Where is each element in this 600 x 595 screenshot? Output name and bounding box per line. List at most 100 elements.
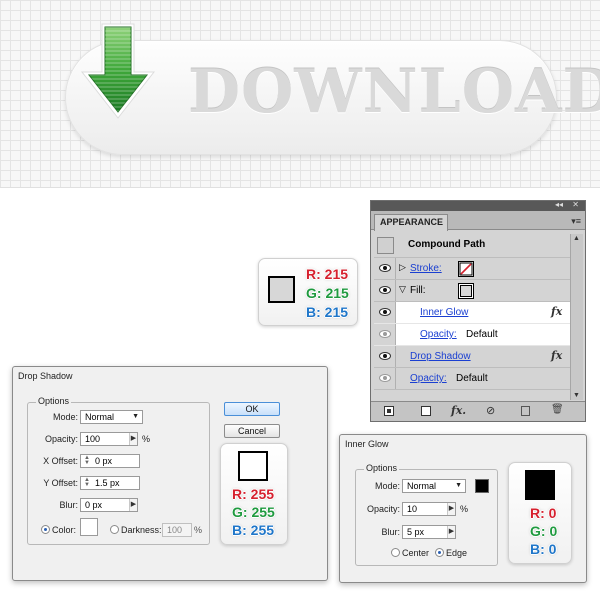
chevron-right-icon[interactable]: ▶ — [447, 526, 455, 538]
blur-field[interactable]: 0 px ▶ — [80, 498, 138, 512]
options-legend: Options — [36, 396, 72, 406]
red-value: R: 0 — [530, 505, 557, 521]
eye-icon[interactable] — [379, 286, 391, 294]
inner-glow-link[interactable]: Inner Glow — [420, 307, 468, 318]
drop-shadow-link[interactable]: Drop Shadow — [410, 351, 471, 362]
color-label: Color: — [52, 525, 77, 535]
opacity-label: Opacity: — [366, 504, 400, 514]
duplicate-item-icon[interactable] — [521, 406, 530, 416]
options-legend: Options — [364, 463, 400, 473]
darkness-radio[interactable] — [110, 525, 119, 534]
blur-label: Blur: — [381, 527, 400, 537]
center-radio[interactable] — [391, 548, 400, 557]
darkness-field[interactable]: 100 — [162, 523, 192, 537]
x-offset-field[interactable]: ▲ ▼ 0 px — [80, 454, 140, 468]
gray-swatch — [268, 276, 295, 303]
stepper-icon[interactable]: ▲ ▼ — [83, 477, 91, 488]
stroke-row[interactable]: ▷ Stroke: — [374, 258, 570, 280]
inner-opacity-value: Default — [466, 329, 498, 340]
inner-glow-row[interactable]: Inner Glow fx — [374, 302, 570, 324]
chevron-right-icon[interactable]: ▶ — [129, 499, 137, 511]
fill-label: Fill: — [410, 285, 426, 296]
chevron-down-icon: ▼ — [132, 413, 139, 420]
drop-shadow-row[interactable]: Drop Shadow fx — [374, 346, 570, 368]
add-effect-icon[interactable]: fx. — [451, 404, 466, 417]
red-value: R: 255 — [232, 486, 275, 502]
y-offset-field[interactable]: ▲ ▼ 1.5 px — [80, 476, 140, 490]
chevron-right-icon[interactable]: ▶ — [447, 503, 455, 515]
percent-unit: % — [194, 525, 203, 535]
opacity-field[interactable]: 100 ▶ — [80, 432, 138, 446]
percent-unit: % — [460, 504, 469, 514]
close-panel-icon[interactable]: ✕ — [572, 200, 579, 209]
green-value: G: 0 — [530, 523, 558, 539]
panel-titlebar[interactable]: ◂◂ ✕ — [371, 200, 585, 211]
y-offset-label: Y Offset: — [43, 478, 78, 488]
red-value: R: 215 — [306, 266, 349, 282]
darkness-label: Darkness: — [121, 525, 162, 535]
dialog-title: Drop Shadow — [18, 371, 73, 381]
white-swatch — [238, 451, 268, 481]
mode-label: Mode: — [374, 481, 400, 491]
fx-icon: fx — [551, 349, 563, 362]
expand-triangle-icon[interactable]: ▷ — [399, 262, 406, 273]
collapse-triangle-icon[interactable]: ▽ — [399, 284, 406, 295]
compound-path-title: Compound Path — [408, 239, 486, 250]
download-arrow-icon — [80, 23, 156, 119]
stroke-link[interactable]: Stroke: — [410, 263, 442, 274]
delete-item-icon[interactable]: 🗑 — [551, 404, 564, 415]
x-offset-label: X Offset: — [43, 456, 78, 466]
eye-icon[interactable] — [379, 352, 391, 360]
chevron-down-icon: ▼ — [455, 482, 462, 489]
inner-opacity-link[interactable]: Opacity: — [420, 329, 457, 340]
chevron-right-icon[interactable]: ▶ — [129, 433, 137, 445]
mode-dropdown[interactable]: Normal ▼ — [402, 479, 466, 493]
eye-icon[interactable] — [379, 330, 391, 338]
stroke-swatch-none[interactable] — [458, 261, 474, 277]
fx-icon: fx — [551, 305, 563, 318]
eye-icon[interactable] — [379, 264, 391, 272]
green-value: G: 255 — [232, 504, 275, 520]
download-button-label: DOWNLOAD — [188, 57, 600, 127]
panel-toolbar: fx. ⊘ 🗑 — [371, 401, 585, 421]
scroll-up-icon[interactable]: ▲ — [573, 235, 580, 242]
opacity-field[interactable]: 10 ▶ — [402, 502, 456, 516]
blur-label: Blur: — [59, 500, 78, 510]
clear-appearance-icon[interactable]: ⊘ — [486, 404, 495, 417]
color-radio[interactable] — [41, 525, 50, 534]
blue-value: B: 255 — [232, 522, 275, 538]
opacity-label: Opacity: — [44, 434, 78, 444]
eye-icon[interactable] — [379, 308, 391, 316]
blur-field[interactable]: 5 px ▶ — [402, 525, 456, 539]
glow-color-swatch[interactable] — [475, 479, 489, 493]
inner-opacity-row[interactable]: Opacity: Default — [374, 324, 570, 346]
mode-dropdown[interactable]: Normal ▼ — [80, 410, 143, 424]
compound-path-row[interactable]: Compound Path — [374, 234, 570, 258]
eye-icon[interactable] — [379, 374, 391, 382]
opacity-link[interactable]: Opacity: — [410, 373, 447, 384]
tab-appearance[interactable]: APPEARANCE — [374, 214, 448, 231]
panel-menu-icon[interactable]: ▾≡ — [571, 216, 581, 227]
cancel-button[interactable]: Cancel — [224, 424, 280, 438]
ok-button[interactable]: OK — [224, 402, 280, 416]
scroll-down-icon[interactable]: ▼ — [573, 392, 580, 399]
shadow-color-swatch[interactable] — [80, 518, 98, 536]
fill-swatch[interactable] — [458, 283, 474, 299]
opacity-row[interactable]: Opacity: Default — [374, 368, 570, 390]
fill-row[interactable]: ▽ Fill: — [374, 280, 570, 302]
path-thumbnail — [377, 237, 394, 254]
edge-radio[interactable] — [435, 548, 444, 557]
add-fill-icon[interactable] — [421, 406, 431, 416]
add-stroke-icon[interactable] — [384, 406, 394, 416]
black-swatch — [525, 470, 555, 500]
mode-label: Mode: — [52, 412, 78, 422]
stepper-icon[interactable]: ▲ ▼ — [83, 455, 91, 466]
collapse-icon[interactable]: ◂◂ — [555, 200, 563, 209]
green-value: G: 215 — [306, 285, 349, 301]
appearance-panel: ◂◂ ✕ APPEARANCE ▾≡ Compound Path ▷ Strok… — [370, 200, 586, 422]
scrollbar[interactable]: ▲ ▼ — [570, 234, 583, 400]
dialog-title: Inner Glow — [345, 439, 389, 449]
blue-value: B: 215 — [306, 304, 349, 320]
opacity-value: Default — [456, 373, 488, 384]
edge-label: Edge — [446, 548, 468, 558]
